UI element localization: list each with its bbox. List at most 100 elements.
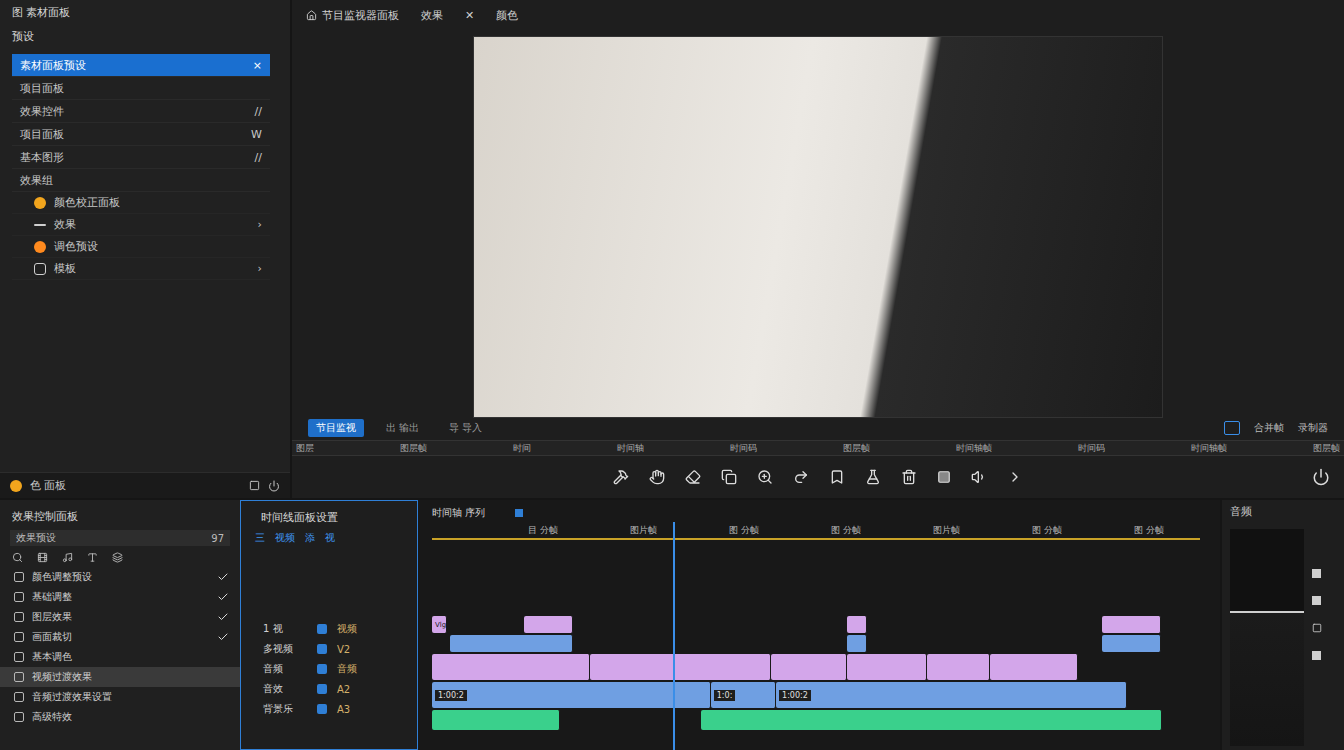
clip[interactable]: [927, 654, 990, 680]
track-tool[interactable]: 添: [305, 531, 315, 545]
checkbox[interactable]: [216, 630, 230, 644]
panel-item[interactable]: 效果控件//: [12, 100, 270, 123]
box-icon[interactable]: [1312, 651, 1321, 660]
panel-subitem[interactable]: 模板›: [12, 258, 270, 280]
track-toggle-icon[interactable]: [317, 664, 327, 674]
frame-box-icon[interactable]: [1224, 421, 1240, 435]
box-icon[interactable]: [1312, 569, 1321, 578]
box-icon[interactable]: [1312, 596, 1321, 605]
clip[interactable]: [847, 635, 868, 652]
monitor-option[interactable]: 录制器: [1298, 421, 1328, 435]
clip[interactable]: [771, 654, 846, 680]
track-toggle-icon[interactable]: [317, 624, 327, 634]
eraser-icon[interactable]: [685, 469, 701, 485]
effect-row[interactable]: 图层效果: [0, 607, 240, 627]
clip[interactable]: [590, 654, 771, 680]
checkbox[interactable]: [216, 710, 230, 724]
track-header[interactable]: 音效A2: [249, 679, 409, 699]
clip[interactable]: 1:00:2: [776, 682, 1127, 708]
checkbox[interactable]: [216, 610, 230, 624]
next-icon[interactable]: [1007, 469, 1023, 485]
checkbox[interactable]: [216, 670, 230, 684]
power-icon[interactable]: [268, 480, 280, 492]
square-icon[interactable]: [249, 480, 260, 491]
panel-item[interactable]: 项目面板: [12, 77, 270, 100]
panel-item[interactable]: 项目面板W: [12, 123, 270, 146]
track-toggle-icon[interactable]: [317, 644, 327, 654]
effect-row[interactable]: 画面裁切: [0, 627, 240, 647]
clip[interactable]: 1:00:2: [432, 682, 711, 708]
track-header[interactable]: 多视频V2: [249, 639, 409, 659]
monitor-button[interactable]: 节目监视: [308, 419, 364, 437]
clip[interactable]: [990, 654, 1078, 680]
checkbox[interactable]: [216, 590, 230, 604]
text-icon[interactable]: [87, 552, 98, 563]
panel-item[interactable]: 效果组: [12, 169, 270, 192]
monitor-option[interactable]: 合并帧: [1254, 421, 1284, 435]
item-mark: //: [255, 151, 262, 164]
layers-icon[interactable]: [112, 552, 123, 563]
clip[interactable]: [701, 710, 1162, 730]
track-tool[interactable]: 三: [255, 531, 265, 545]
trash-icon[interactable]: [901, 469, 917, 485]
track-tool[interactable]: 视频: [275, 531, 295, 545]
hammer-icon[interactable]: [613, 469, 629, 485]
effects-search[interactable]: 效果预设97: [10, 530, 230, 546]
panel-item[interactable]: 素材面板预设×: [12, 54, 270, 77]
track-header[interactable]: 音频音频: [249, 659, 409, 679]
monitor-button[interactable]: 出 输出: [378, 419, 427, 437]
effect-row[interactable]: 颜色调整预设: [0, 567, 240, 587]
copy-icon[interactable]: [721, 469, 737, 485]
effect-row[interactable]: 音频过渡效果设置: [0, 687, 240, 707]
checkbox[interactable]: [216, 650, 230, 664]
clip[interactable]: Vlg: [432, 616, 447, 633]
bookmark-icon[interactable]: [829, 469, 845, 485]
redo-icon[interactable]: [793, 469, 809, 485]
ruler-label: 时间码: [1078, 442, 1105, 455]
stop-icon[interactable]: [937, 470, 951, 484]
search-icon[interactable]: [12, 552, 23, 563]
monitor-button[interactable]: 导 导入: [441, 419, 490, 437]
music-icon[interactable]: [62, 552, 73, 563]
clip[interactable]: [1102, 635, 1160, 652]
clip[interactable]: [432, 654, 590, 680]
monitor-tab[interactable]: 颜色: [496, 8, 518, 23]
hand-icon[interactable]: [649, 469, 665, 485]
power-icon[interactable]: [1312, 468, 1330, 486]
zoom-icon[interactable]: [757, 469, 773, 485]
flask-icon[interactable]: [865, 469, 881, 485]
track-toggle-icon[interactable]: [317, 704, 327, 714]
clip[interactable]: 1:0:: [711, 682, 776, 708]
volume-icon[interactable]: [971, 469, 987, 485]
track-toggle-icon[interactable]: [317, 684, 327, 694]
ruler-label: 时间: [513, 442, 531, 455]
clip[interactable]: [524, 616, 572, 633]
panel-subitem[interactable]: 效果›: [12, 214, 270, 236]
playhead[interactable]: [673, 522, 675, 750]
monitor-tab[interactable]: 效果: [421, 8, 443, 23]
audio-meter[interactable]: [1230, 529, 1304, 746]
clip[interactable]: [1102, 616, 1160, 633]
panel-subitem[interactable]: 调色预设: [12, 236, 270, 258]
monitor-tab[interactable]: ✕: [465, 9, 474, 22]
checkbox[interactable]: [216, 690, 230, 704]
clip[interactable]: [432, 710, 560, 730]
film-icon[interactable]: [37, 552, 48, 563]
monitor-tab[interactable]: 节目监视器面板: [306, 8, 399, 23]
panel-subitem[interactable]: 颜色校正面板: [12, 192, 270, 214]
track-tool[interactable]: 视: [325, 531, 335, 545]
panel-item[interactable]: 基本图形//: [12, 146, 270, 169]
effect-row[interactable]: 基础调整: [0, 587, 240, 607]
clip[interactable]: [847, 616, 868, 633]
track-header[interactable]: 背景乐A3: [249, 699, 409, 719]
effect-row[interactable]: 基本调色: [0, 647, 240, 667]
timeline-ruler[interactable]: 目 分帧图片帧图 分帧图 分帧图片帧图 分帧图 分帧: [432, 522, 1200, 540]
clip[interactable]: [847, 654, 928, 680]
checkbox[interactable]: [216, 570, 230, 584]
effect-row[interactable]: 视频过渡效果: [0, 667, 240, 687]
effect-row[interactable]: 高级特效: [0, 707, 240, 727]
track-header[interactable]: 1 视视频: [249, 619, 409, 639]
square-icon[interactable]: [1312, 623, 1322, 633]
clip[interactable]: [450, 635, 573, 652]
monitor-ruler[interactable]: 图层图层帧时间时间轴时间码图层帧时间轴帧时间码时间轴帧图层帧: [292, 440, 1344, 456]
